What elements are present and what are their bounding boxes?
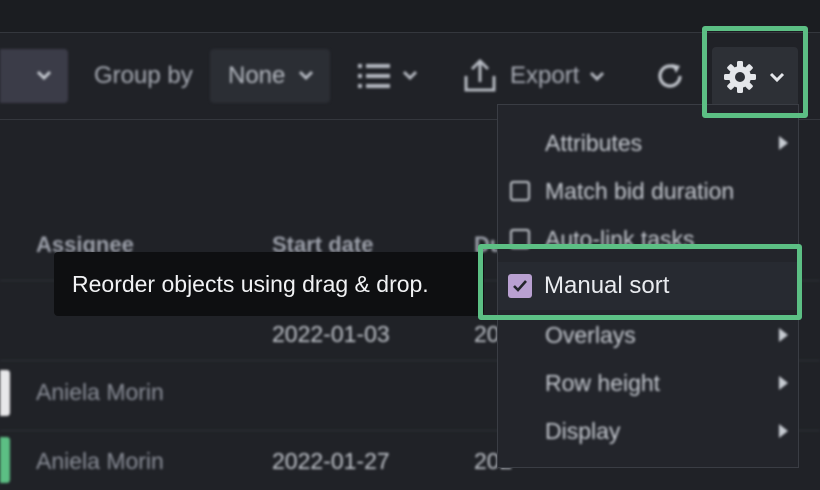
group-by-label: Group by bbox=[94, 62, 193, 89]
tooltip-text: Reorder objects using drag & drop. bbox=[72, 271, 429, 297]
export-label: Export bbox=[510, 62, 580, 89]
list-icon bbox=[358, 64, 418, 88]
group-by-value: None bbox=[228, 62, 286, 89]
due-cell: 20 bbox=[474, 321, 500, 347]
checkbox-icon bbox=[510, 181, 530, 201]
export-button[interactable]: Export bbox=[462, 49, 607, 103]
chevron-right-icon bbox=[779, 136, 788, 150]
menu-item-label: Match bid duration bbox=[545, 177, 735, 204]
assignee-cell: Aniela Morin bbox=[36, 379, 164, 405]
row-color-swatch bbox=[0, 437, 10, 483]
export-icon bbox=[464, 58, 496, 92]
row-color-swatch bbox=[0, 370, 10, 416]
chevron-right-icon bbox=[779, 424, 788, 438]
tooltip: Reorder objects using drag & drop. bbox=[54, 252, 484, 316]
menu-item-row-height[interactable]: Row height bbox=[498, 359, 798, 407]
menu-item-display[interactable]: Display bbox=[498, 407, 798, 455]
menu-item-match-bid-duration[interactable]: Match bid duration bbox=[498, 167, 798, 215]
start-date-cell: 2022-01-03 bbox=[272, 321, 390, 347]
group-by-select[interactable]: None bbox=[210, 49, 330, 103]
highlight-box-manual-sort bbox=[478, 244, 802, 320]
menu-item-label: Row height bbox=[545, 369, 661, 396]
menu-item-label: Display bbox=[545, 417, 621, 444]
highlight-box-settings bbox=[702, 26, 808, 118]
menu-item-attributes[interactable]: Attributes bbox=[498, 119, 798, 167]
chevron-down-icon bbox=[590, 71, 605, 82]
refresh-icon bbox=[658, 64, 682, 88]
chevron-down-icon bbox=[298, 70, 314, 81]
top-bar bbox=[0, 0, 820, 33]
assignee-cell: Aniela Morin bbox=[36, 448, 164, 474]
list-view-button[interactable] bbox=[356, 49, 420, 103]
menu-item-label: Overlays bbox=[545, 321, 636, 348]
chevron-down-icon bbox=[36, 70, 52, 81]
view-select[interactable] bbox=[0, 49, 68, 103]
chevron-right-icon bbox=[779, 328, 788, 342]
chevron-right-icon bbox=[779, 376, 788, 390]
start-date-cell: 2022-01-27 bbox=[272, 448, 390, 474]
menu-item-label: Attributes bbox=[545, 129, 643, 156]
refresh-button[interactable] bbox=[654, 49, 686, 103]
